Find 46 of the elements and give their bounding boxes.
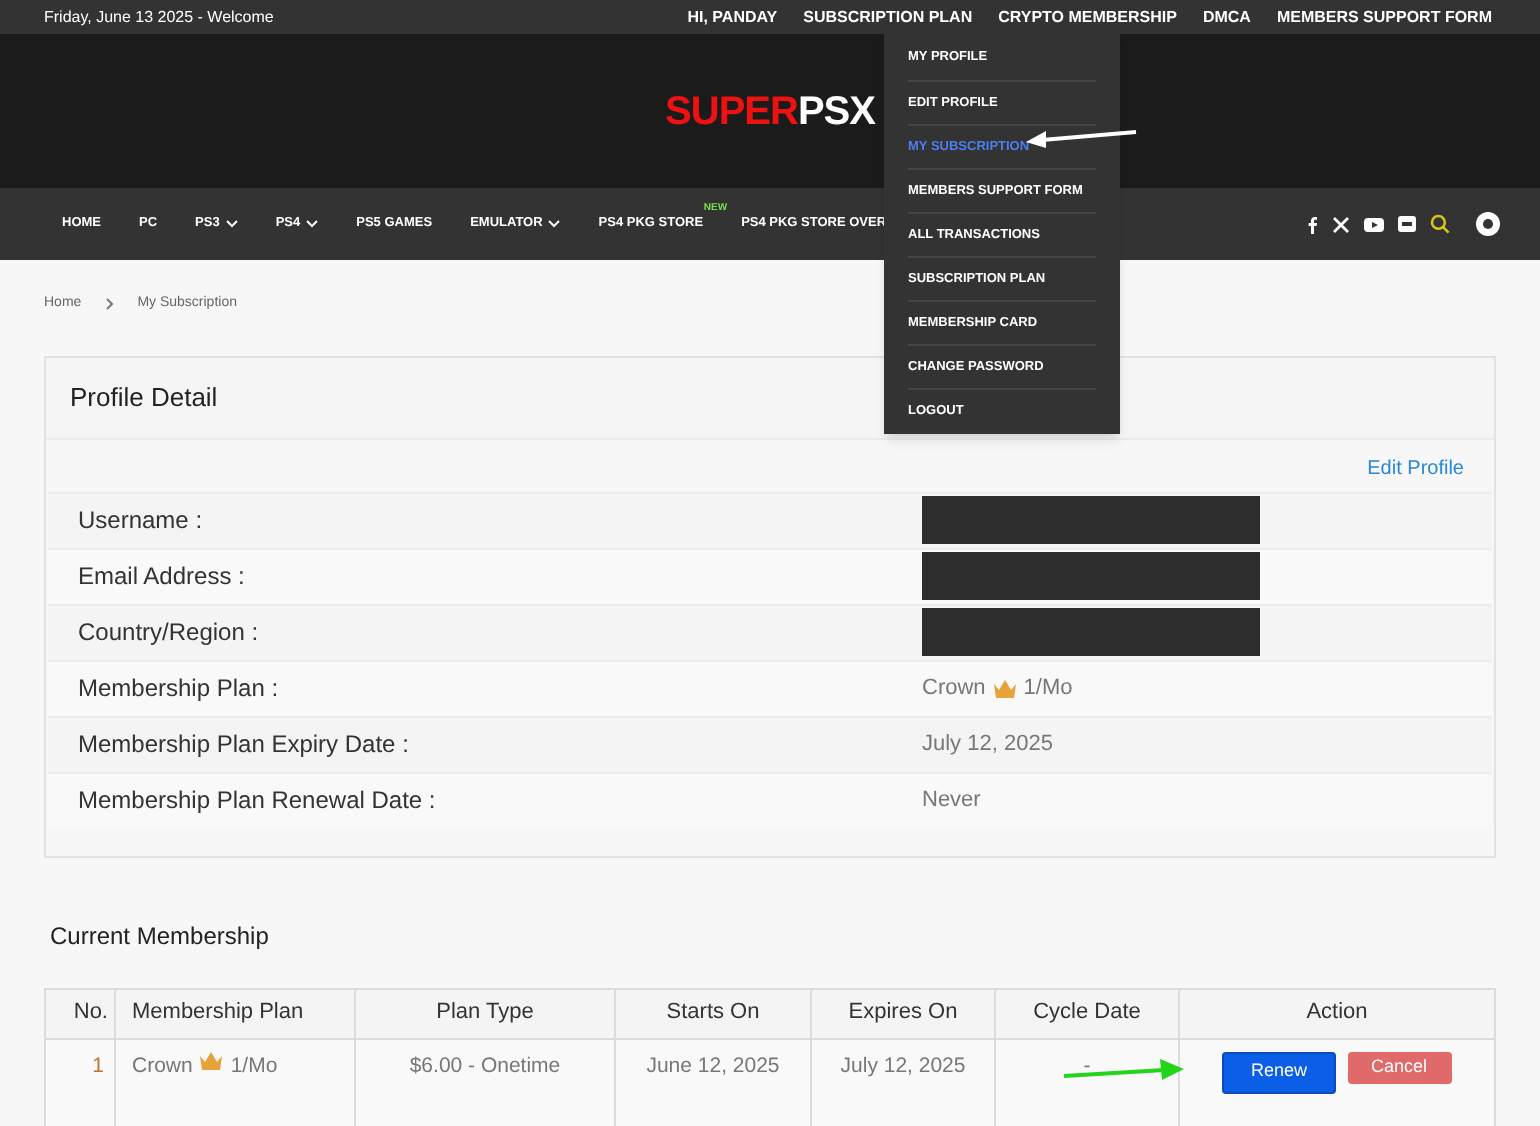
table-cell: $6.00 - Onetime <box>356 1039 616 1126</box>
search-icon[interactable] <box>1430 214 1450 234</box>
field-value: Crown 1/Mo <box>922 673 1073 704</box>
field-value: July 12, 2025 <box>922 729 1053 760</box>
theme-toggle-icon[interactable] <box>1476 212 1500 236</box>
field-label: Membership Plan Renewal Date : <box>78 784 438 818</box>
edit-profile-link[interactable]: Edit Profile <box>1367 453 1464 483</box>
column-header: No. <box>46 989 116 1037</box>
facebook-icon[interactable] <box>1308 215 1318 233</box>
column-header: Cycle Date <box>996 989 1180 1037</box>
crown-icon <box>993 679 1016 697</box>
table-cell: 1 <box>46 1039 116 1126</box>
renew-button[interactable]: Renew <box>1222 1051 1335 1093</box>
top-link[interactable]: MEMBERS SUPPORT FORM <box>1276 5 1492 29</box>
pointer-arrow <box>1026 128 1138 148</box>
youtube-icon[interactable] <box>1364 217 1384 231</box>
welcome-text: Friday, June 13 2025 - Welcome <box>44 5 276 29</box>
chevron-down-icon <box>225 220 238 228</box>
chevron-down-icon <box>548 220 561 228</box>
field-label: Country/Region : <box>78 616 261 650</box>
top-link[interactable]: DMCA <box>1202 5 1251 29</box>
field-label: Membership Plan : <box>78 672 281 706</box>
logo[interactable]: SUPERPSX <box>665 81 875 141</box>
card-title: Profile Detail <box>70 379 218 416</box>
section-title: Current Membership <box>50 921 269 949</box>
top-link[interactable]: CRYPTO MEMBERSHIP <box>998 5 1177 29</box>
chat-icon[interactable] <box>1398 216 1416 232</box>
top-link[interactable]: HI, PANDAY <box>687 5 778 29</box>
chevron-down-icon <box>306 220 319 228</box>
field-label: Email Address : <box>78 560 247 594</box>
field-value: Never <box>922 785 981 816</box>
x-logo-icon[interactable] <box>1332 215 1350 233</box>
table-cell: Crown 1/Mo <box>116 1039 356 1126</box>
column-header: Plan Type <box>356 989 616 1037</box>
column-header: Membership Plan <box>116 989 356 1037</box>
crown-icon <box>200 1051 223 1069</box>
column-header: Starts On <box>616 989 812 1037</box>
chevron-right-icon <box>105 298 114 311</box>
pointer-arrow <box>1064 1058 1184 1082</box>
top-link[interactable]: SUBSCRIPTION PLAN <box>803 5 973 29</box>
field-label: Membership Plan Expiry Date : <box>78 728 411 762</box>
field-label: Username : <box>78 504 205 538</box>
table-cell: June 12, 2025 <box>616 1039 812 1126</box>
column-header: Expires On <box>812 989 996 1037</box>
column-header: Action <box>1304 998 1370 1029</box>
table-cell: July 12, 2025 <box>812 1039 996 1126</box>
